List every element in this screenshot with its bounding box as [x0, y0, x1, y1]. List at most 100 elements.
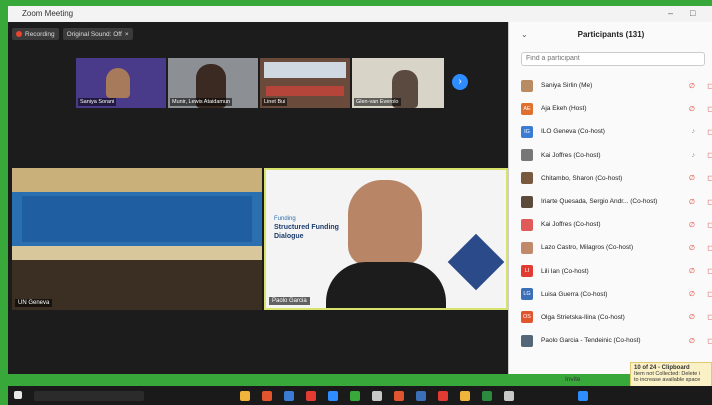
- maximize-button[interactable]: □: [690, 8, 695, 18]
- slide-line3: Dialogue: [274, 233, 304, 240]
- participant-row[interactable]: Iriarte Quesada, Sergio Andr... (Co-host…: [521, 190, 712, 213]
- recording-indicator[interactable]: Recording: [12, 28, 59, 40]
- video-thumbnail[interactable]: Munir, Lewis Ataidamun: [168, 58, 258, 108]
- file-explorer-icon[interactable]: [240, 391, 250, 401]
- participant-row[interactable]: LI Lili Ian (Co-host) ∅ ◻: [521, 260, 712, 283]
- participant-row[interactable]: LG Luisa Guerra (Co-host) ∅ ◻: [521, 283, 712, 306]
- video-off-icon[interactable]: ◻: [699, 337, 712, 345]
- mic-icon[interactable]: ♪: [681, 128, 696, 135]
- avatar: [521, 149, 533, 162]
- app-icon[interactable]: [262, 391, 272, 401]
- zoom-app-icon[interactable]: [328, 391, 338, 401]
- muted-mic-icon[interactable]: ∅: [681, 221, 695, 229]
- muted-mic-icon[interactable]: ∅: [681, 337, 695, 345]
- video-off-icon[interactable]: ◻: [699, 313, 712, 321]
- muted-mic-icon[interactable]: ∅: [681, 198, 695, 206]
- video-thumbnail[interactable]: Saniya Sorani: [76, 58, 166, 108]
- slide-line1: Funding: [274, 216, 296, 222]
- participants-header: Participants (131): [577, 30, 645, 39]
- participant-row[interactable]: Saniya Sirlin (Me) ∅ ◻: [521, 74, 712, 97]
- participant-name-label: Glen-van Everolo: [354, 98, 401, 106]
- participant-row[interactable]: Kai Joffres (Co-host) ∅ ◻: [521, 213, 712, 236]
- participant-row[interactable]: Lazo Castro, Milagros (Co-host) ∅ ◻: [521, 236, 712, 259]
- video-off-icon[interactable]: ◻: [699, 151, 712, 159]
- close-icon[interactable]: ×: [125, 31, 129, 38]
- mic-icon[interactable]: ♪: [681, 152, 696, 159]
- video-off-icon[interactable]: ◻: [699, 82, 712, 90]
- muted-mic-icon[interactable]: ∅: [681, 174, 695, 182]
- app-icon[interactable]: [438, 391, 448, 401]
- window-title: Zoom Meeting: [22, 9, 74, 18]
- record-dot-icon: [16, 31, 22, 37]
- participant-name: Lili Ian (Co-host): [541, 267, 589, 275]
- app-icon[interactable]: [372, 391, 382, 401]
- app-icon[interactable]: [416, 391, 426, 401]
- avatar: LI: [521, 265, 533, 278]
- muted-mic-icon[interactable]: ∅: [681, 244, 695, 252]
- video-stage: Recording Original Sound: Off × Saniya S…: [8, 22, 508, 374]
- avatar: OS: [521, 311, 533, 324]
- video-off-icon[interactable]: ◻: [699, 221, 712, 229]
- participant-name: Aja Ekeh (Host): [541, 105, 587, 113]
- muted-mic-icon[interactable]: ∅: [681, 313, 695, 321]
- participant-row[interactable]: Kai Joffres (Co-host) ♪ ◻: [521, 144, 712, 167]
- video-off-icon[interactable]: ◻: [699, 128, 712, 136]
- video-off-icon[interactable]: ◻: [699, 198, 712, 206]
- participant-row[interactable]: Paolo Garcia - Tendeinic (Co-host) ∅ ◻: [521, 329, 712, 352]
- participant-row[interactable]: OS Olga Strietska-Ilina (Co-host) ∅ ◻: [521, 306, 712, 329]
- participant-name: Kai Joffres (Co-host): [541, 221, 601, 229]
- video-thumbnail[interactable]: Glen-van Everolo: [352, 58, 444, 108]
- next-page-button[interactable]: ›: [452, 74, 468, 90]
- avatar: [521, 79, 533, 92]
- avatar: [521, 195, 533, 208]
- video-off-icon[interactable]: ◻: [699, 267, 712, 275]
- participant-row[interactable]: AE Aja Ekeh (Host) ∅ ◻: [521, 97, 712, 120]
- avatar: LG: [521, 288, 533, 301]
- original-sound-toggle[interactable]: Original Sound: Off ×: [62, 28, 133, 40]
- minimize-button[interactable]: –: [668, 8, 673, 18]
- taskbar: [8, 386, 712, 405]
- video-tile[interactable]: UN Geneva: [12, 168, 262, 310]
- title-bar: Zoom Meeting – □: [8, 6, 712, 22]
- participant-name-label: Linet Bui: [262, 98, 288, 106]
- avatar: [521, 218, 533, 231]
- video-thumbnail[interactable]: Linet Bui: [260, 58, 350, 108]
- app-icon[interactable]: [578, 391, 588, 401]
- video-tile-active-speaker[interactable]: Funding Structured Funding Dialogue Paol…: [264, 168, 508, 310]
- participant-name-label: Saniya Sorani: [78, 98, 117, 106]
- app-icon[interactable]: [306, 391, 316, 401]
- slide-line2: Structured Funding: [274, 224, 339, 231]
- participant-list: Saniya Sirlin (Me) ∅ ◻ AE Aja Ekeh (Host) ∅ ◻…: [521, 74, 712, 352]
- participant-row[interactable]: Chitambo, Sharon (Co-host) ∅ ◻: [521, 167, 712, 190]
- muted-mic-icon[interactable]: ∅: [681, 82, 695, 90]
- participant-name-label: Paolo Garcia: [269, 297, 310, 305]
- participant-row[interactable]: IG ILO Geneva (Co-host) ♪ ◻: [521, 120, 712, 143]
- taskbar-search-box[interactable]: [34, 391, 144, 401]
- video-off-icon[interactable]: ◻: [699, 105, 712, 113]
- muted-mic-icon[interactable]: ∅: [681, 267, 695, 275]
- avatar: AE: [521, 102, 533, 115]
- video-off-icon[interactable]: ◻: [699, 290, 712, 298]
- participant-name: ILO Geneva (Co-host): [541, 128, 605, 136]
- participant-search-input[interactable]: [521, 52, 705, 66]
- zoom-window: Zoom Meeting – □ Recording Original Soun…: [8, 6, 712, 374]
- app-icon[interactable]: [482, 391, 492, 401]
- video-off-icon[interactable]: ◻: [699, 174, 712, 182]
- participant-name: Paolo Garcia - Tendeinic (Co-host): [541, 337, 641, 345]
- app-icon[interactable]: [350, 391, 360, 401]
- invite-button[interactable]: Invite: [565, 376, 581, 383]
- windows-start-icon[interactable]: [14, 391, 22, 399]
- avatar: [521, 334, 533, 347]
- app-icon[interactable]: [394, 391, 404, 401]
- app-icon[interactable]: [284, 391, 294, 401]
- original-sound-label: Original Sound: Off: [66, 30, 122, 38]
- app-icon[interactable]: [504, 391, 514, 401]
- app-icon[interactable]: [460, 391, 470, 401]
- participant-name: Olga Strietska-Ilina (Co-host): [541, 313, 625, 321]
- muted-mic-icon[interactable]: ∅: [681, 290, 695, 298]
- muted-mic-icon[interactable]: ∅: [681, 105, 695, 113]
- participant-name: Lazo Castro, Milagros (Co-host): [541, 244, 634, 252]
- video-off-icon[interactable]: ◻: [699, 244, 712, 252]
- recording-label: Recording: [25, 30, 55, 38]
- clipboard-line2: to increase available space: [634, 377, 701, 383]
